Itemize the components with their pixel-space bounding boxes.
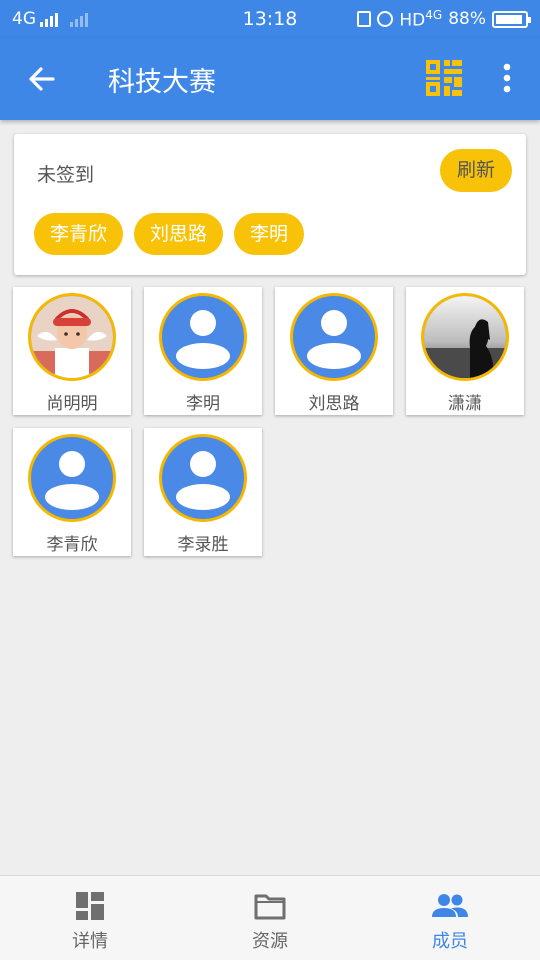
default-avatar-icon [159, 434, 247, 522]
unsigned-label: 未签到 [37, 164, 95, 186]
unsigned-name-chips: 李青欣 刘思路 李明 [34, 213, 305, 255]
member-name: 李明 [186, 394, 220, 414]
status-bar: 4G 13:18 HD4G 88% [0, 0, 540, 38]
more-vert-icon[interactable] [490, 60, 524, 96]
member-tile[interactable]: 李明 [144, 287, 262, 415]
member-tile[interactable]: 尚明明 [13, 287, 131, 415]
member-tile[interactable]: 李录胜 [144, 428, 262, 556]
member-name: 刘思路 [308, 394, 360, 414]
status-right: HD4G 88% [357, 8, 531, 31]
tab-label: 成员 [432, 931, 468, 952]
app-bar: 科技大赛 [0, 38, 540, 120]
battery-percent: 88% [448, 9, 486, 30]
battery-icon [492, 10, 531, 28]
page-title: 科技大赛 [108, 67, 216, 98]
people-icon [432, 890, 468, 922]
avatar-photo [28, 293, 116, 381]
name-chip[interactable]: 李青欣 [34, 213, 124, 255]
tab-resources[interactable]: 资源 [180, 876, 360, 960]
network-type-right: HD4G [399, 8, 443, 31]
default-avatar-icon [159, 293, 247, 381]
unsigned-card: 未签到 刷新 李青欣 刘思路 李明 [14, 134, 526, 275]
alarm-icon [377, 11, 394, 28]
member-tile[interactable]: 刘思路 [275, 287, 393, 415]
dashboard-icon [74, 890, 106, 922]
avatar-photo [421, 293, 509, 381]
name-chip[interactable]: 刘思路 [134, 213, 224, 255]
bottom-nav: 详情 资源 成员 [0, 875, 540, 960]
member-tile[interactable]: 潇潇 [406, 287, 524, 415]
member-name: 李录胜 [177, 535, 229, 555]
tab-members[interactable]: 成员 [360, 876, 540, 960]
tab-label: 资源 [252, 931, 288, 952]
vibrate-icon [357, 11, 372, 28]
tab-label: 详情 [72, 931, 108, 952]
member-name: 李青欣 [46, 535, 98, 555]
member-name: 潇潇 [448, 394, 482, 414]
name-chip[interactable]: 李明 [234, 213, 305, 255]
default-avatar-icon [28, 434, 116, 522]
back-arrow-icon[interactable] [20, 57, 64, 101]
member-tile[interactable]: 李青欣 [13, 428, 131, 556]
folder-icon [254, 890, 286, 922]
default-avatar-icon [290, 293, 378, 381]
member-name: 尚明明 [46, 394, 98, 414]
refresh-button[interactable]: 刷新 [440, 149, 512, 192]
qr-code-icon[interactable] [426, 60, 462, 96]
tab-details[interactable]: 详情 [0, 876, 180, 960]
